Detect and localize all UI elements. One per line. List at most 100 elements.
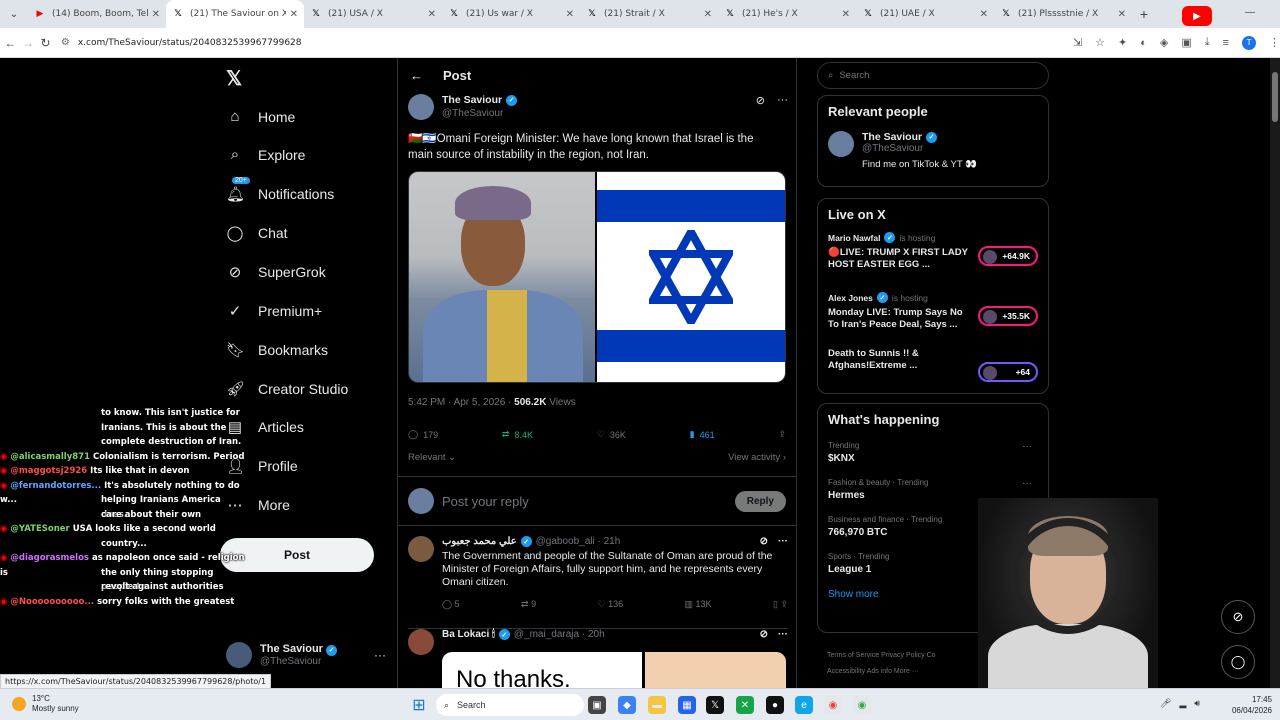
- reply-author[interactable]: Ba Lokaci 🕯 ✓ @_mai_daraja · 20h ⊘ ···: [442, 629, 788, 640]
- nav-item-premium-[interactable]: ✓ Premium+: [226, 302, 322, 320]
- back-icon[interactable]: ←: [3, 36, 18, 50]
- browser-tab[interactable]: 𝕏 (21) UAE / X ✕: [856, 0, 994, 28]
- back-arrow-icon[interactable]: ←: [410, 68, 423, 83]
- windows-start-icon[interactable]: ⊞: [410, 696, 428, 714]
- bookmark-action[interactable]: ▮ 461: [690, 429, 715, 440]
- shield-icon[interactable]: ◈: [1160, 36, 1168, 49]
- live-space[interactable]: Alex Jones ✓ is hosting Monday LIVE: Trump …: [828, 292, 1038, 342]
- bookmark-icon[interactable]: ▯ ⇪: [773, 599, 788, 610]
- extensions-puzzle-icon[interactable]: ▣: [1181, 36, 1191, 49]
- chrome-profile-icon[interactable]: ◉: [853, 696, 871, 714]
- extension2-icon[interactable]: ◐: [1140, 37, 1147, 49]
- browser-tab[interactable]: 𝕏 (21) He's / X ✕: [718, 0, 856, 28]
- copilot-icon[interactable]: ◆: [618, 696, 636, 714]
- menu-icon[interactable]: ⋮: [1269, 36, 1280, 49]
- star-icon[interactable]: ☆: [1095, 36, 1105, 49]
- clock[interactable]: 17:45 06/04/2026: [1222, 694, 1272, 716]
- browser-tab[interactable]: 𝕏 (21) The Saviour on X: " ✕: [166, 0, 304, 28]
- footer-links[interactable]: Terms of Service Privacy Policy Co: [827, 648, 936, 664]
- mic-icon[interactable]: 🎤︎: [1160, 698, 1171, 709]
- xbox-icon[interactable]: ✕: [736, 696, 754, 714]
- store-icon[interactable]: ▦: [678, 696, 696, 714]
- reply-action[interactable]: ◯ 179: [408, 429, 438, 440]
- reply-item[interactable]: علي محمد جعبوب ✓ @gaboob_ali · 21h ⊘ ··· Th…: [408, 536, 788, 610]
- more-icon[interactable]: ···: [777, 94, 788, 120]
- more-icon[interactable]: ···: [778, 629, 788, 640]
- account-switcher[interactable]: The Saviour ✓ @TheSaviour ···: [226, 642, 386, 668]
- chrome-icon[interactable]: ◉: [824, 696, 842, 714]
- search-input[interactable]: ⌕ Search: [817, 62, 1049, 89]
- share-action[interactable]: ⇪: [778, 429, 786, 440]
- tweet-media[interactable]: [408, 171, 786, 383]
- weather-widget[interactable]: 13°C Mostly sunny: [12, 694, 79, 714]
- live-space[interactable]: Death to Sunnis !! & Afghans!Extreme ...…: [828, 348, 1038, 398]
- grok-icon[interactable]: ⊘: [760, 629, 768, 640]
- obs-icon[interactable]: ●: [766, 696, 784, 714]
- page-scrollbar[interactable]: [1270, 58, 1280, 688]
- x-app-icon[interactable]: 𝕏: [706, 696, 724, 714]
- edge-icon[interactable]: e: [795, 696, 813, 714]
- reply-action[interactable]: ◯ 5: [442, 599, 460, 610]
- reply-button[interactable]: Reply: [734, 490, 786, 512]
- avatar[interactable]: [408, 629, 434, 655]
- volume-icon[interactable]: 🔊︎: [1194, 698, 1200, 709]
- live-listeners-pill[interactable]: +64.9K: [978, 246, 1038, 266]
- live-space[interactable]: Mario Nawfal ✓ is hosting 🔴LIVE: TRUMP X FI…: [828, 232, 1038, 282]
- repost-action[interactable]: ⇄ 8.4K: [502, 429, 533, 440]
- author-handle[interactable]: @TheSaviour: [442, 108, 517, 119]
- avatar[interactable]: [408, 536, 434, 562]
- forward-icon[interactable]: →: [21, 36, 36, 50]
- taskbar-search[interactable]: ⌕ Search: [436, 694, 584, 716]
- nav-item-home[interactable]: ⌂ Home: [226, 108, 295, 125]
- more-icon[interactable]: ···: [374, 648, 386, 662]
- file-explorer-icon[interactable]: ▬: [648, 696, 666, 714]
- footer-links-2[interactable]: Accessibility Ads info More ···: [827, 664, 936, 680]
- more-icon[interactable]: ···: [778, 536, 788, 547]
- avatar[interactable]: [828, 131, 854, 157]
- view-activity-link[interactable]: View activity ›: [728, 452, 786, 463]
- minister-photo[interactable]: [409, 172, 597, 382]
- close-icon[interactable]: ✕: [1118, 9, 1126, 20]
- close-icon[interactable]: ✕: [980, 9, 988, 20]
- browser-tab[interactable]: 𝕏 (21) Plsssstnie / X ✕: [994, 0, 1132, 28]
- new-tab-button[interactable]: +: [1132, 6, 1156, 22]
- browser-tab[interactable]: 𝕏 (21) Strait / X ✕: [580, 0, 718, 28]
- system-tray[interactable]: 🎤︎ ▂ 🔊︎: [1160, 698, 1200, 709]
- nav-item-chat[interactable]: ◯ Chat: [226, 224, 288, 242]
- scroll-thumb[interactable]: [1272, 72, 1278, 122]
- close-icon[interactable]: ✕: [704, 9, 712, 20]
- reading-list-icon[interactable]: ≡: [1223, 37, 1229, 49]
- author-name[interactable]: The Saviour ✓: [442, 94, 518, 106]
- like-action[interactable]: ♡ 36K: [597, 429, 626, 440]
- browser-tab[interactable]: 𝕏 (21) Us war / X ✕: [442, 0, 580, 28]
- extension-icon[interactable]: ✦: [1118, 36, 1127, 49]
- close-icon[interactable]: ✕: [428, 9, 436, 20]
- reload-icon[interactable]: ↻: [38, 36, 53, 50]
- views-action[interactable]: ▥ 13K: [685, 599, 712, 610]
- nav-item-supergrok[interactable]: ⊘ SuperGrok: [226, 263, 326, 281]
- nav-item-creator-studio[interactable]: 🚀︎ Creator Studio: [226, 380, 348, 398]
- download-icon[interactable]: ⤓: [1205, 36, 1210, 49]
- window-controls[interactable]: —: [1245, 7, 1255, 18]
- repost-action[interactable]: ⇄ 9: [521, 599, 536, 610]
- network-icon[interactable]: ▂: [1179, 698, 1186, 709]
- tab-search-icon[interactable]: ⌄: [0, 9, 28, 20]
- more-icon[interactable]: ···: [1022, 441, 1032, 452]
- nav-item-explore[interactable]: ⌕ Explore: [226, 146, 306, 163]
- israel-flag-image[interactable]: [597, 172, 785, 382]
- address-bar[interactable]: ⚙ x.com/TheSaviour/status/20408325399677…: [61, 32, 1061, 54]
- sort-dropdown[interactable]: Relevant ⌄: [408, 452, 456, 463]
- grok-icon[interactable]: ⊘: [756, 94, 765, 120]
- person-name[interactable]: The Saviour ✓: [862, 131, 977, 143]
- task-view-icon[interactable]: ▣: [588, 696, 606, 714]
- reply-input[interactable]: Post your reply: [442, 494, 529, 509]
- close-icon[interactable]: ✕: [290, 9, 298, 20]
- reply-author[interactable]: علي محمد جعبوب ✓ @gaboob_ali · 21h ⊘ ···: [442, 536, 788, 547]
- browser-tab[interactable]: 𝕏 (21) USA / X ✕: [304, 0, 442, 28]
- live-listeners-pill[interactable]: +35.5K: [978, 306, 1038, 326]
- close-icon[interactable]: ✕: [566, 9, 574, 20]
- like-action[interactable]: ♡ 136: [598, 599, 624, 610]
- close-icon[interactable]: ✕: [152, 9, 160, 20]
- close-icon[interactable]: ✕: [842, 9, 850, 20]
- avatar[interactable]: [408, 94, 434, 120]
